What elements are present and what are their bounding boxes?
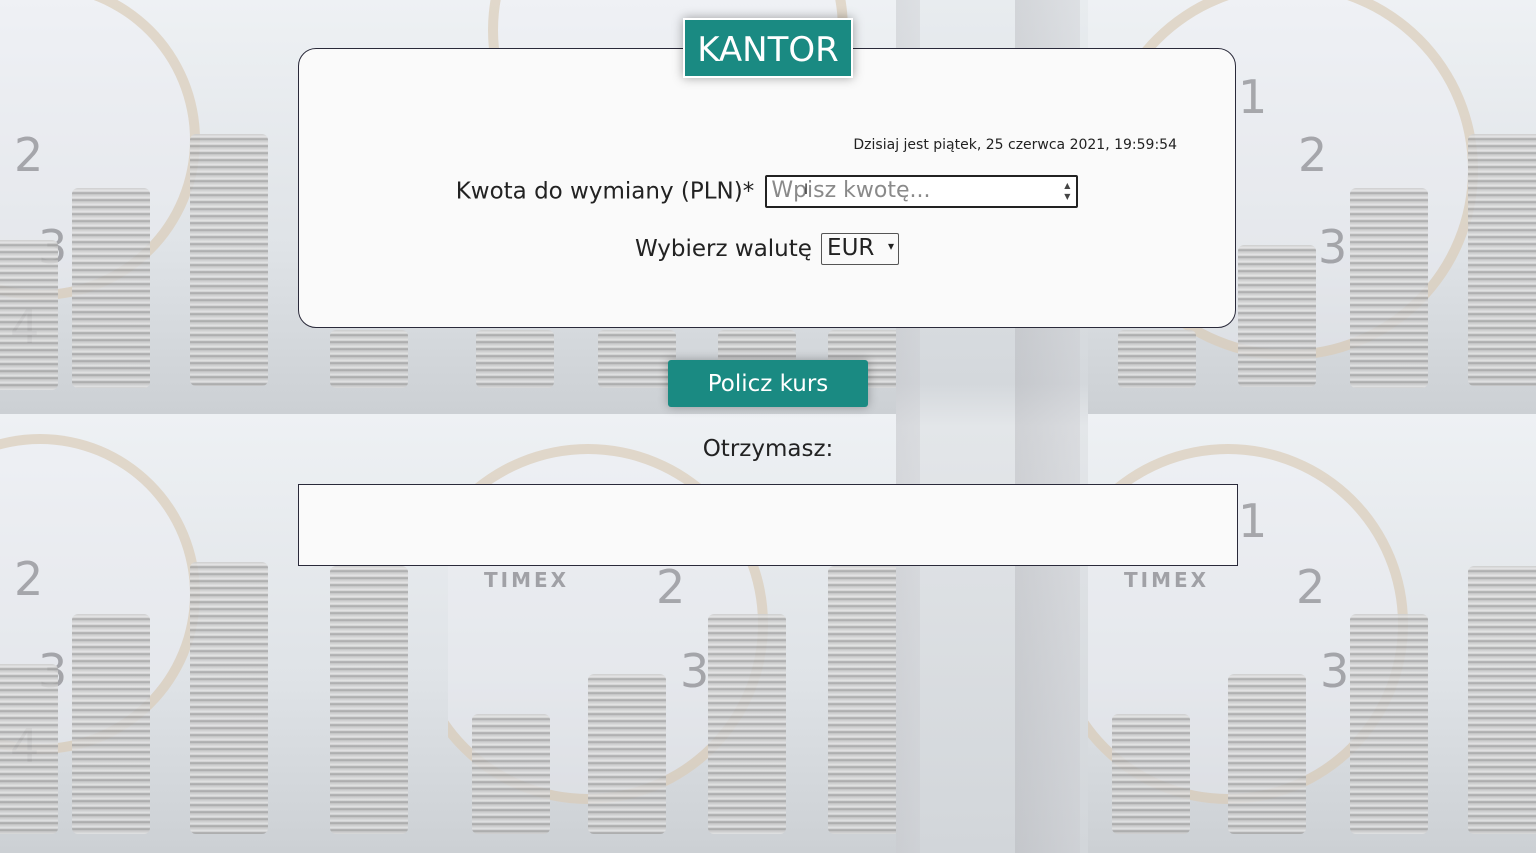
clock-brand-text: TIMEX [484,568,570,592]
coin-stack [1468,566,1536,834]
coin-stack [330,330,408,388]
clock-number: 1 [1238,70,1268,124]
coin-stack [598,330,676,388]
coin-stack [190,134,268,386]
clock-number: 2 [14,128,44,182]
coin-stack [72,188,150,388]
coin-stack [190,562,268,834]
coin-stack [1118,330,1196,388]
coin-stack [1112,714,1190,834]
clock-number: 1 [1238,494,1268,548]
coin-stack [1238,245,1316,387]
clock-number: 2 [656,560,686,614]
background-tile: TIMEX 2 3 [448,414,896,853]
currency-label: Wybierz walutę [634,236,812,262]
clock-number: 2 [1296,560,1326,614]
amount-input[interactable]: Wpisz kwotę... ▲ ▼ [765,175,1079,208]
coin-stack [1350,188,1428,388]
clock-brand-text: TIMEX [1124,568,1210,592]
amount-placeholder: Wpisz kwotę... [771,178,931,203]
text-cursor-icon: I [804,182,809,198]
exchange-form-card: Dzisiaj jest piątek, 25 czerwca 2021, 19… [298,48,1236,328]
clock-number: 3 [1320,644,1350,698]
number-spinner-icon[interactable]: ▲ ▼ [1062,180,1072,202]
coin-stack [1350,614,1428,834]
current-date-text: Dzisiaj jest piątek, 25 czerwca 2021, 19… [853,137,1177,153]
clock-number: 3 [1318,220,1348,274]
coin-stack [828,566,896,834]
coin-stack [476,330,554,388]
clock-number: 3 [680,644,710,698]
amount-row: Kwota do wymiany (PLN)* Wpisz kwotę... ▲… [299,175,1235,208]
clock-number: 2 [1298,128,1328,182]
coin-stack [0,664,58,834]
result-label: Otrzymasz: [702,436,834,462]
currency-row: Wybierz walutę EUR ▾ [299,233,1235,265]
brand-title: KANTOR [683,18,853,78]
clock-number: 2 [14,552,44,606]
background-tile: 2 3 4 [0,414,448,853]
background-tile: TIMEX 1 2 3 [1088,414,1536,853]
amount-label: Kwota do wymiany (PLN)* [455,178,755,205]
coin-stack [708,614,786,834]
coin-stack [0,240,58,390]
calculate-rate-button[interactable]: Policz kurs [668,360,868,407]
currency-select[interactable]: EUR ▾ [821,233,900,265]
coin-stack [1228,674,1306,834]
result-output-box [298,484,1238,566]
coin-stack [472,714,550,834]
coin-stack [588,674,666,834]
coin-stack [72,614,150,834]
chevron-down-icon: ▾ [888,239,895,253]
currency-selected-value: EUR [827,235,875,261]
coin-stack [1468,134,1536,386]
coin-stack [330,566,408,834]
